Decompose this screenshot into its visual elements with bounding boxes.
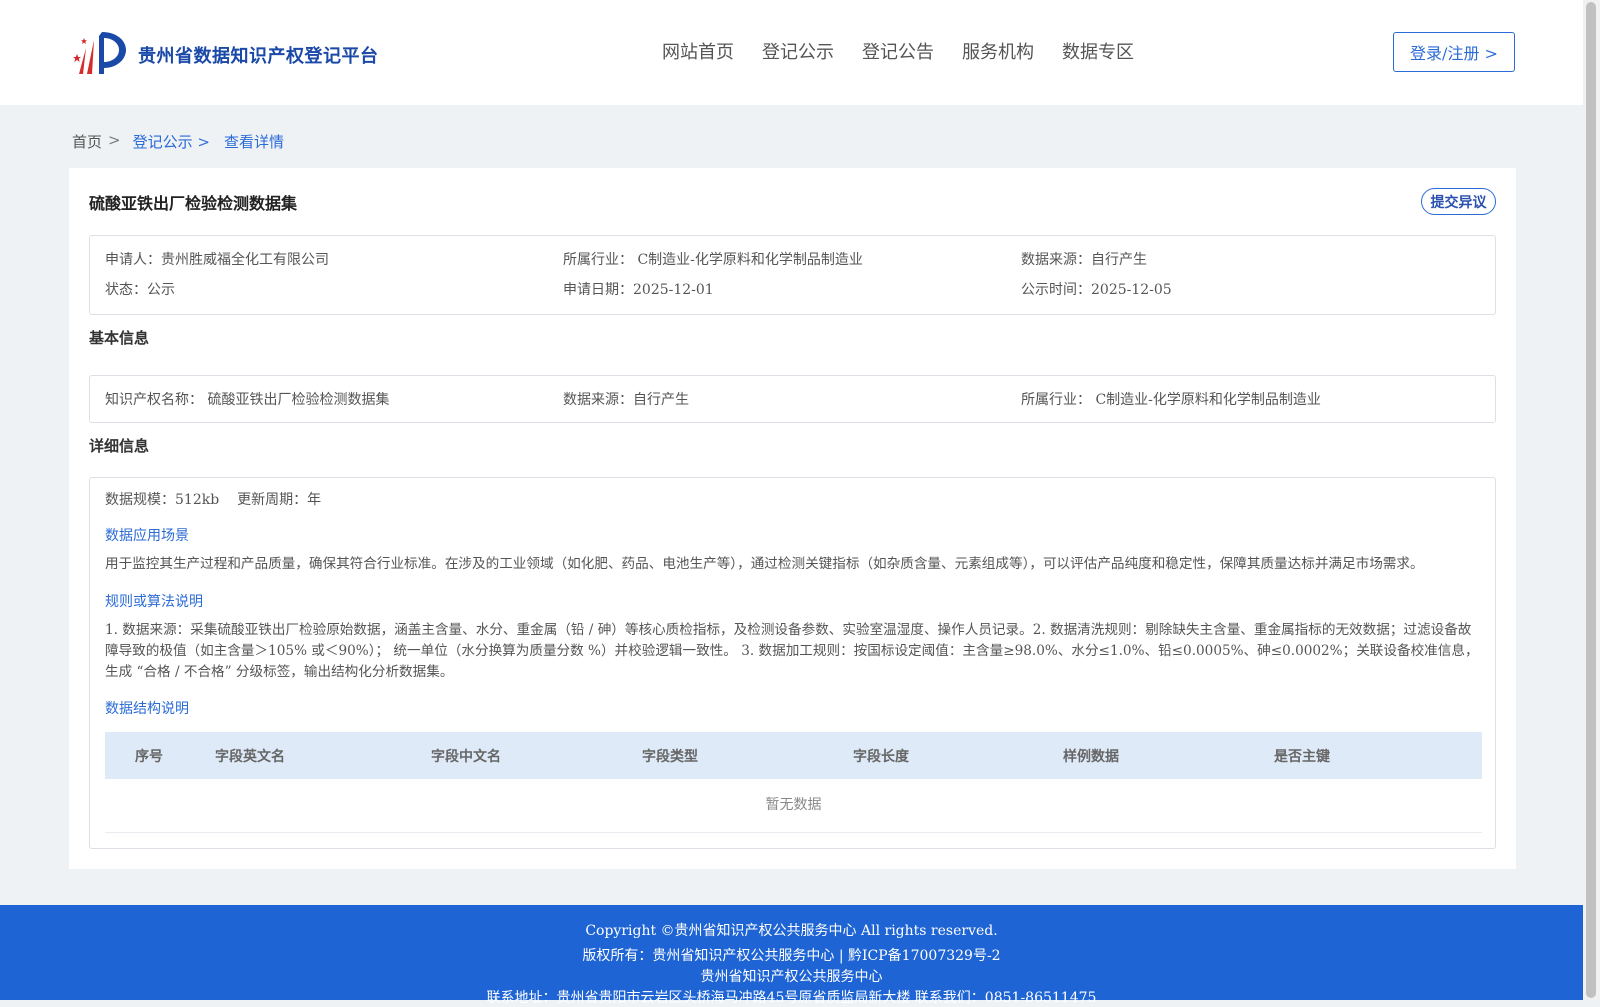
basic-info-box: 知识产权名称： 硫酸亚铁出厂检验检测数据集 数据来源：自行产生 所属行业： C制… — [89, 375, 1496, 423]
site-header: 贵州省数据知识产权登记平台 网站首页 登记公示 登记公告 服务机构 数据专区 登… — [0, 0, 1583, 105]
scale-line: 数据规模：512kb 更新周期：年 — [105, 489, 321, 509]
basic-data-source: 数据来源：自行产生 — [563, 392, 689, 408]
applicant: 申请人：贵州胜威福全化工有限公司 — [105, 252, 329, 268]
th-primary-key: 是否主键 — [1274, 749, 1330, 765]
footer-copyright: Copyright ©贵州省知识产权公共服务中心 All rights rese… — [585, 923, 998, 939]
breadcrumb-registration-publicity[interactable]: 登记公示 > — [133, 131, 210, 152]
update-cycle: 更新周期：年 — [237, 492, 322, 508]
th-field-cn: 字段中文名 — [431, 749, 501, 765]
site-title[interactable]: 贵州省数据知识产权登记平台 — [138, 42, 379, 68]
th-field-length: 字段长度 — [853, 749, 909, 765]
scrollbar-thumb[interactable] — [1586, 2, 1596, 998]
rules-heading: 规则或算法说明 — [105, 594, 203, 610]
table-empty-text: 暂无数据 — [765, 797, 822, 813]
footer-contact: 联系地址：贵州省贵阳市云岩区头桥海马冲路45号原省质监局新大楼 联系我们：085… — [486, 990, 1097, 1006]
page: 贵州省数据知识产权登记平台 网站首页 登记公示 登记公告 服务机构 数据专区 登… — [0, 0, 1583, 1006]
ip-name: 知识产权名称： 硫酸亚铁出厂检验检测数据集 — [105, 392, 390, 408]
data-scale: 数据规模：512kb — [105, 492, 220, 508]
status: 状态：公示 — [105, 282, 175, 298]
platform-logo-icon[interactable] — [72, 28, 132, 78]
main-nav: 网站首页 登记公示 登记公告 服务机构 数据专区 — [662, 38, 1134, 64]
nav-registration-publicity[interactable]: 登记公示 — [762, 38, 834, 64]
breadcrumb: 首页 > 登记公示 > 查看详情 — [72, 131, 284, 152]
table-divider — [105, 832, 1482, 833]
structure-table-header: 序号 字段英文名 字段中文名 字段类型 字段长度 样例数据 是否主键 — [105, 732, 1482, 779]
scenario-heading: 数据应用场景 — [105, 528, 189, 544]
footer-owner[interactable]: 版权所有：贵州省知识产权公共服务中心 | 黔ICP备17007329号-2 — [0, 945, 1583, 965]
submit-objection-button[interactable]: 提交异议 — [1421, 188, 1496, 215]
detail-card: 硫酸亚铁出厂检验检测数据集 提交异议 申请人：贵州胜威福全化工有限公司 所属行业… — [69, 168, 1516, 869]
industry: 所属行业： C制造业-化学原料和化学制品制造业 — [563, 252, 863, 268]
detail-info-box: 数据规模：512kb 更新周期：年 数据应用场景 用于监控其生产过程和产品质量，确… — [89, 477, 1496, 849]
footer-org: 贵州省知识产权公共服务中心 — [700, 969, 883, 985]
breadcrumb-separator: > — [108, 131, 121, 149]
breadcrumb-home[interactable]: 首页 — [72, 131, 102, 152]
scenario-text: 用于监控其生产过程和产品质量，确保其符合行业标准。在涉及的工业领域（如化肥、药品… — [105, 556, 1424, 572]
nav-home[interactable]: 网站首页 — [662, 38, 734, 64]
detail-info-heading: 详细信息 — [89, 437, 150, 455]
th-index: 序号 — [135, 749, 163, 765]
page-title: 硫酸亚铁出厂检验检测数据集 — [89, 194, 298, 213]
basic-industry: 所属行业： C制造业-化学原料和化学制品制造业 — [1021, 392, 1321, 408]
site-footer: Copyright ©贵州省知识产权公共服务中心 All rights rese… — [0, 905, 1583, 1006]
th-field-type: 字段类型 — [642, 749, 698, 765]
th-sample-data: 样例数据 — [1063, 749, 1119, 765]
th-field-en: 字段英文名 — [215, 749, 285, 765]
page-scrollbar[interactable] — [1583, 0, 1600, 1000]
structure-heading: 数据结构说明 — [105, 701, 189, 717]
nav-data-zone[interactable]: 数据专区 — [1062, 38, 1134, 64]
basic-info-heading: 基本信息 — [89, 329, 150, 347]
publish-date: 公示时间：2025-12-05 — [1021, 282, 1172, 298]
breadcrumb-current: 查看详情 — [223, 133, 284, 151]
data-source: 数据来源：自行产生 — [1021, 252, 1147, 268]
rules-text: 1. 数据来源：采集硫酸亚铁出厂检验原始数据，涵盖主含量、水分、重金属（铅 / … — [105, 622, 1479, 680]
login-register-button[interactable]: 登录/注册 > — [1393, 32, 1515, 72]
nav-registration-announcement[interactable]: 登记公告 — [862, 38, 934, 64]
summary-box: 申请人：贵州胜威福全化工有限公司 所属行业： C制造业-化学原料和化学制品制造业… — [89, 235, 1496, 315]
nav-service-agencies[interactable]: 服务机构 — [962, 38, 1034, 64]
apply-date: 申请日期：2025-12-01 — [563, 282, 714, 298]
